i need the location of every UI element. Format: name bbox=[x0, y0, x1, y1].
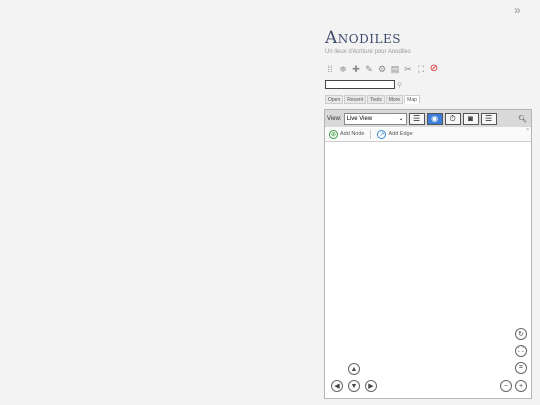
add-edge-label: Add Edge bbox=[388, 131, 413, 137]
record-button[interactable]: ◙ bbox=[462, 112, 479, 125]
view-label: View: bbox=[327, 115, 342, 122]
eye-icon: ◉ bbox=[431, 114, 439, 123]
graph-canvas[interactable]: ↻ ⛶ ⌗ + − ▲ ◀ ▼ ▶ bbox=[325, 143, 531, 398]
gear-icon[interactable]: ⚙ bbox=[377, 64, 387, 74]
app-title[interactable]: Anodiles bbox=[325, 28, 401, 48]
document-icon[interactable]: ▤ bbox=[390, 64, 400, 74]
layers-icon: ☰ bbox=[484, 114, 493, 123]
close-icon[interactable]: × bbox=[526, 127, 529, 133]
eye-view-button[interactable]: ◉ bbox=[426, 112, 443, 125]
add-edge-button[interactable]: ↗ Add Edge bbox=[377, 129, 413, 139]
tools-icon[interactable]: ✂ bbox=[403, 64, 413, 74]
add-node-button[interactable]: ⊕ Add Node bbox=[329, 129, 365, 139]
view-select-value: Live View bbox=[346, 115, 373, 122]
toolbar: ⁞⁞ ≑ ✚ ✎ ⚙ ▤ ✂ ⛶ ⊘ bbox=[325, 63, 439, 75]
tab-open[interactable]: Open bbox=[325, 95, 344, 104]
tab-tools[interactable]: Tools bbox=[367, 95, 385, 104]
zoom-extents-icon[interactable]: ⛶ bbox=[515, 345, 527, 357]
stopwatch-icon: ⏱ bbox=[449, 113, 456, 123]
map-panel: View: Live View ⌄ ☰ ◉ ⏱ ◙ ☰ 🔍︎ ⊕ Add Nod… bbox=[324, 109, 532, 399]
plus-icon[interactable]: ✚ bbox=[351, 64, 361, 74]
sidebar: Anodiles Un lieux d'écriture pour Anodil… bbox=[324, 0, 540, 405]
timer-button[interactable]: ⏱ bbox=[444, 112, 461, 125]
pan-left-icon[interactable]: ◀ bbox=[331, 380, 343, 392]
grid-icon[interactable]: ⁞⁞ bbox=[325, 64, 335, 74]
view-bar: View: Live View ⌄ ☰ ◉ ⏱ ◙ ☰ 🔍︎ bbox=[325, 110, 531, 127]
add-node-label: Add Node bbox=[340, 131, 365, 137]
tab-bar: Open Recent Tools More Map bbox=[325, 95, 420, 104]
tab-recent[interactable]: Recent bbox=[344, 95, 367, 104]
list-icon: ☰ bbox=[412, 114, 421, 123]
list-view-button[interactable]: ☰ bbox=[408, 112, 425, 125]
app-subtitle: Un lieux d'écriture pour Anodiles bbox=[325, 49, 411, 55]
tab-map[interactable]: Map bbox=[404, 95, 420, 104]
pan-right-icon[interactable]: ▶ bbox=[365, 380, 377, 392]
add-bar: ⊕ Add Node ↗ Add Edge × bbox=[325, 127, 531, 142]
reset-view-icon[interactable]: ↻ bbox=[515, 328, 527, 340]
pan-up-icon[interactable]: ▲ bbox=[348, 363, 360, 375]
divider bbox=[370, 129, 372, 139]
layers-button[interactable]: ☰ bbox=[480, 112, 497, 125]
search-input[interactable] bbox=[325, 80, 395, 89]
red-check-icon[interactable]: ⊘ bbox=[429, 64, 439, 74]
search-row: ⚲ bbox=[325, 80, 402, 89]
fit-icon[interactable]: ⌗ bbox=[515, 362, 527, 374]
fullscreen-icon[interactable]: ⛶ bbox=[416, 64, 426, 74]
zoom-in-icon[interactable]: + bbox=[515, 380, 527, 392]
collapse-icon[interactable]: ≑ bbox=[338, 64, 348, 74]
pan-down-icon[interactable]: ▼ bbox=[348, 380, 360, 392]
chevron-down-icon: ⌄ bbox=[398, 116, 404, 122]
view-select[interactable]: Live View ⌄ bbox=[343, 112, 407, 125]
record-icon: ◙ bbox=[468, 114, 473, 123]
zoom-out-icon[interactable]: − bbox=[500, 380, 512, 392]
add-node-icon: ⊕ bbox=[329, 129, 338, 139]
magnify-icon[interactable]: 🔍︎ bbox=[518, 115, 529, 123]
tab-more[interactable]: More bbox=[385, 95, 404, 104]
search-icon[interactable]: ⚲ bbox=[397, 81, 402, 89]
wand-icon[interactable]: ✎ bbox=[364, 64, 374, 74]
add-edge-icon: ↗ bbox=[377, 129, 387, 139]
